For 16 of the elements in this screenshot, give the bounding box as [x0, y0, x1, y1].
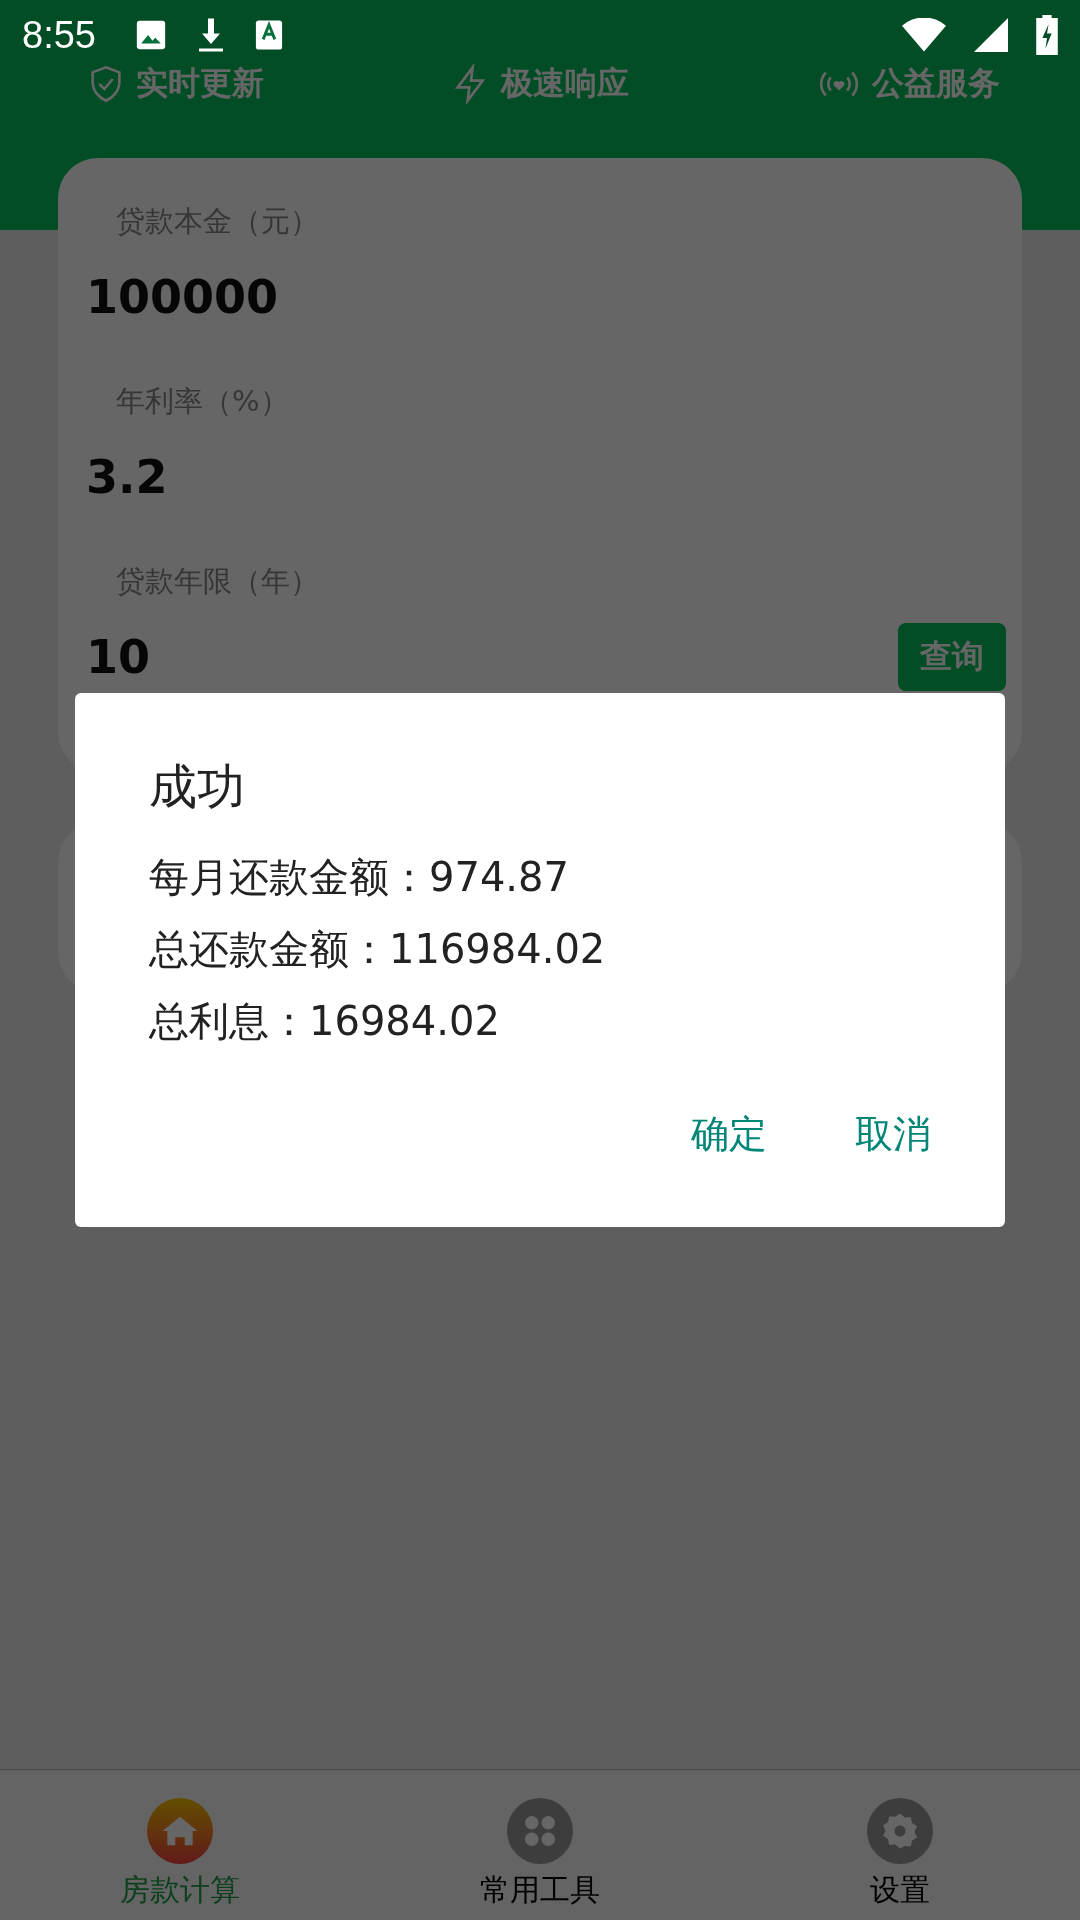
input-field[interactable]: 3.2	[86, 450, 168, 504]
nav-tab[interactable]: 设置	[770, 1770, 1030, 1920]
dialog-button[interactable]: 取消	[831, 1097, 955, 1172]
result-line: 每月还款金额：974.87	[149, 853, 570, 902]
dialog-button[interactable]: 确定	[667, 1097, 791, 1172]
result-line: 总利息：16984.02	[149, 997, 501, 1046]
feature-label: 公益服务	[872, 63, 1000, 104]
status-time: 8:55	[22, 13, 96, 57]
feature-label: 实时更新	[136, 63, 264, 104]
feature-label: 极速响应	[501, 63, 629, 104]
dialog-title: 成功	[149, 757, 246, 816]
nav-tab[interactable]: 房款计算	[50, 1770, 310, 1920]
result-line: 总还款金额：116984.02	[149, 925, 607, 974]
nav-tab[interactable]: 常用工具	[410, 1770, 670, 1920]
input-field[interactable]: 100000	[86, 270, 279, 324]
input-field[interactable]: 10	[86, 630, 150, 684]
